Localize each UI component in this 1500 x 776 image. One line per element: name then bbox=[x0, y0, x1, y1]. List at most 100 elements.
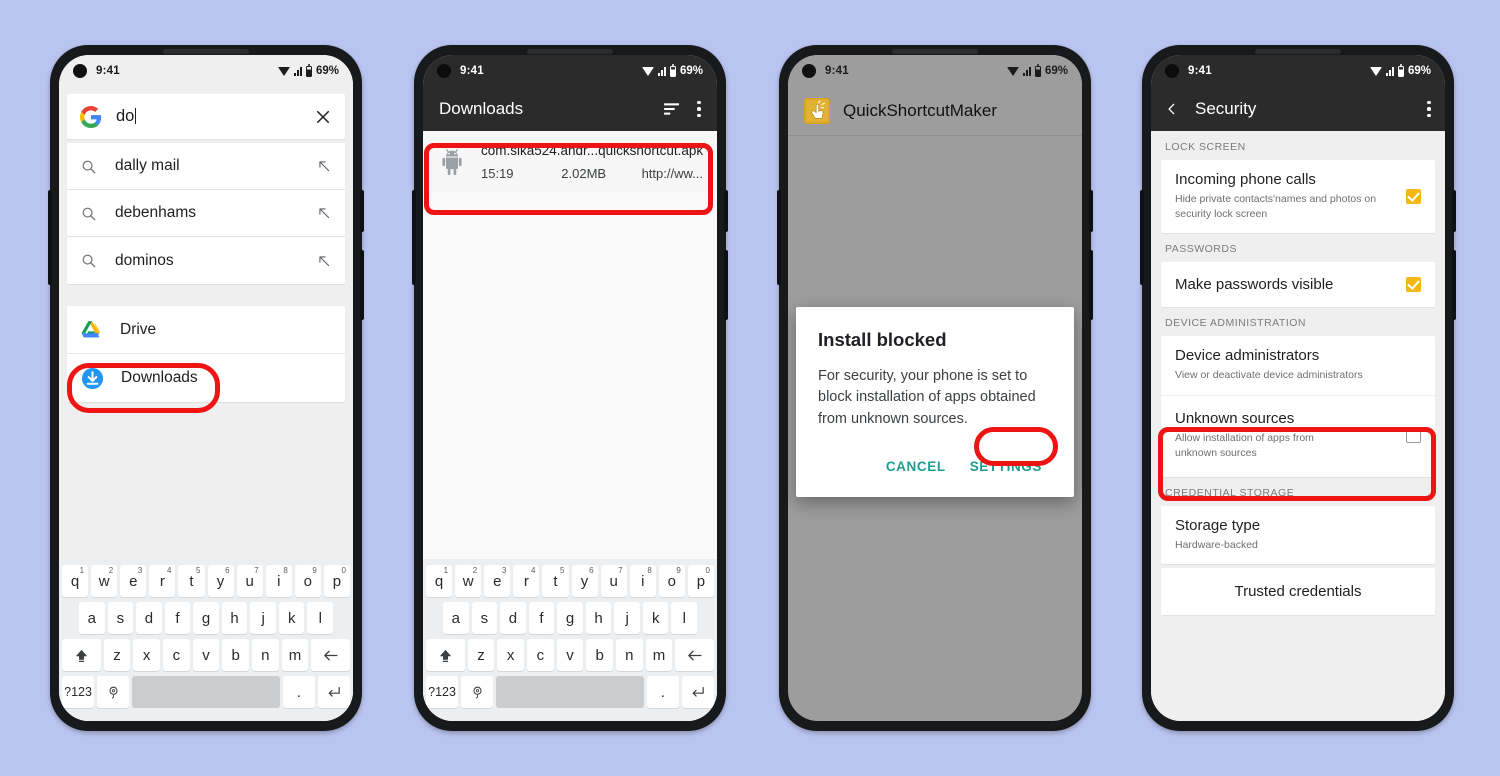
key-m[interactable]: m bbox=[281, 639, 309, 671]
key-u[interactable]: 7u bbox=[236, 565, 263, 597]
backspace-key[interactable] bbox=[675, 639, 715, 671]
setting-row-device-administrators[interactable]: Device administrators View or deactivate… bbox=[1161, 336, 1435, 394]
key-e[interactable]: 3e bbox=[484, 565, 511, 597]
volume-button[interactable] bbox=[777, 190, 781, 285]
key-s[interactable]: s bbox=[107, 602, 134, 634]
shift-key[interactable] bbox=[425, 639, 465, 671]
space-key[interactable] bbox=[496, 676, 644, 708]
arrow-northwest-icon[interactable] bbox=[317, 254, 331, 268]
key-o[interactable]: 9o bbox=[658, 565, 685, 597]
key-z[interactable]: z bbox=[103, 639, 131, 671]
key-h[interactable]: h bbox=[221, 602, 248, 634]
key-o[interactable]: 9o bbox=[294, 565, 321, 597]
key-v[interactable]: v bbox=[556, 639, 584, 671]
key-n[interactable]: n bbox=[616, 639, 643, 671]
key-i[interactable]: 8i bbox=[629, 565, 656, 597]
key-g[interactable]: g bbox=[557, 602, 583, 634]
cancel-button[interactable]: CANCEL bbox=[876, 452, 956, 481]
key-d[interactable]: d bbox=[500, 602, 526, 634]
key-c[interactable]: c bbox=[527, 639, 554, 671]
symbols-key[interactable]: ?123 bbox=[426, 676, 459, 708]
enter-key[interactable] bbox=[681, 676, 714, 708]
key-w[interactable]: 2w bbox=[91, 565, 118, 597]
app-row-drive[interactable]: Drive bbox=[67, 306, 345, 354]
setting-row-make-passwords-visible[interactable]: Make passwords visible bbox=[1161, 262, 1435, 307]
power-button[interactable] bbox=[1452, 190, 1456, 232]
checkbox-make-passwords-visible[interactable] bbox=[1406, 277, 1421, 293]
key-x[interactable]: x bbox=[133, 639, 160, 671]
key-c[interactable]: c bbox=[163, 639, 190, 671]
key-i[interactable]: 8i bbox=[265, 565, 292, 597]
period-key[interactable]: . bbox=[646, 676, 679, 708]
key-d[interactable]: d bbox=[136, 602, 162, 634]
power-button[interactable] bbox=[360, 190, 364, 232]
checkbox-unknown-sources[interactable] bbox=[1406, 427, 1421, 443]
arrow-northwest-icon[interactable] bbox=[317, 159, 331, 173]
volume-button[interactable] bbox=[1140, 190, 1144, 285]
checkbox-incoming-phone-calls[interactable] bbox=[1406, 189, 1421, 205]
key-l[interactable]: l bbox=[671, 602, 698, 634]
emoji-key[interactable] bbox=[461, 676, 494, 708]
settings-button[interactable]: SETTINGS bbox=[960, 452, 1052, 481]
key-h[interactable]: h bbox=[585, 602, 612, 634]
key-g[interactable]: g bbox=[193, 602, 219, 634]
volume-button[interactable] bbox=[48, 190, 52, 285]
key-p[interactable]: 0p bbox=[323, 565, 350, 597]
suggestion-row[interactable]: debenhams bbox=[67, 190, 345, 237]
assistant-button[interactable] bbox=[724, 250, 728, 320]
setting-row-unknown-sources[interactable]: Unknown sources Allow installation of ap… bbox=[1161, 394, 1435, 477]
period-key[interactable]: . bbox=[282, 676, 315, 708]
key-b[interactable]: b bbox=[222, 639, 250, 671]
key-q[interactable]: 1q bbox=[426, 565, 453, 597]
key-r[interactable]: 4r bbox=[149, 565, 176, 597]
assistant-button[interactable] bbox=[1452, 250, 1456, 320]
key-q[interactable]: 1q bbox=[62, 565, 89, 597]
power-button[interactable] bbox=[724, 190, 728, 232]
arrow-northwest-icon[interactable] bbox=[317, 206, 331, 220]
key-y[interactable]: 6y bbox=[207, 565, 234, 597]
setting-row-trusted-credentials[interactable]: Trusted credentials bbox=[1161, 568, 1435, 615]
assistant-button[interactable] bbox=[360, 250, 364, 320]
key-k[interactable]: k bbox=[642, 602, 669, 634]
setting-row-storage-type[interactable]: Storage type Hardware-backed bbox=[1161, 506, 1435, 564]
assistant-button[interactable] bbox=[1089, 250, 1093, 320]
setting-row-incoming-phone-calls[interactable]: Incoming phone calls Hide private contac… bbox=[1161, 160, 1435, 233]
key-a[interactable]: a bbox=[78, 602, 105, 634]
close-icon[interactable] bbox=[314, 108, 332, 126]
key-v[interactable]: v bbox=[192, 639, 220, 671]
chevron-left-icon[interactable] bbox=[1165, 102, 1179, 116]
shift-key[interactable] bbox=[61, 639, 101, 671]
search-input[interactable]: do bbox=[67, 94, 345, 139]
key-l[interactable]: l bbox=[307, 602, 334, 634]
key-n[interactable]: n bbox=[252, 639, 279, 671]
key-b[interactable]: b bbox=[586, 639, 614, 671]
key-e[interactable]: 3e bbox=[120, 565, 147, 597]
enter-key[interactable] bbox=[317, 676, 350, 708]
more-vert-icon[interactable] bbox=[697, 100, 701, 118]
volume-button[interactable] bbox=[412, 190, 416, 285]
key-t[interactable]: 5t bbox=[542, 565, 569, 597]
app-row-downloads[interactable]: Downloads bbox=[67, 354, 345, 402]
key-p[interactable]: 0p bbox=[687, 565, 714, 597]
key-x[interactable]: x bbox=[497, 639, 524, 671]
key-r[interactable]: 4r bbox=[513, 565, 540, 597]
suggestion-row[interactable]: dally mail bbox=[67, 143, 345, 190]
emoji-key[interactable] bbox=[97, 676, 130, 708]
key-m[interactable]: m bbox=[645, 639, 673, 671]
more-vert-icon[interactable] bbox=[1427, 100, 1431, 118]
power-button[interactable] bbox=[1089, 190, 1093, 232]
key-t[interactable]: 5t bbox=[178, 565, 205, 597]
key-w[interactable]: 2w bbox=[455, 565, 482, 597]
key-s[interactable]: s bbox=[471, 602, 498, 634]
backspace-key[interactable] bbox=[311, 639, 351, 671]
key-z[interactable]: z bbox=[467, 639, 495, 671]
key-j[interactable]: j bbox=[614, 602, 640, 634]
key-k[interactable]: k bbox=[278, 602, 305, 634]
sort-icon[interactable] bbox=[663, 102, 681, 116]
key-a[interactable]: a bbox=[442, 602, 469, 634]
key-f[interactable]: f bbox=[528, 602, 555, 634]
key-j[interactable]: j bbox=[250, 602, 276, 634]
suggestion-row[interactable]: dominos bbox=[67, 237, 345, 284]
key-u[interactable]: 7u bbox=[600, 565, 627, 597]
symbols-key[interactable]: ?123 bbox=[62, 676, 95, 708]
